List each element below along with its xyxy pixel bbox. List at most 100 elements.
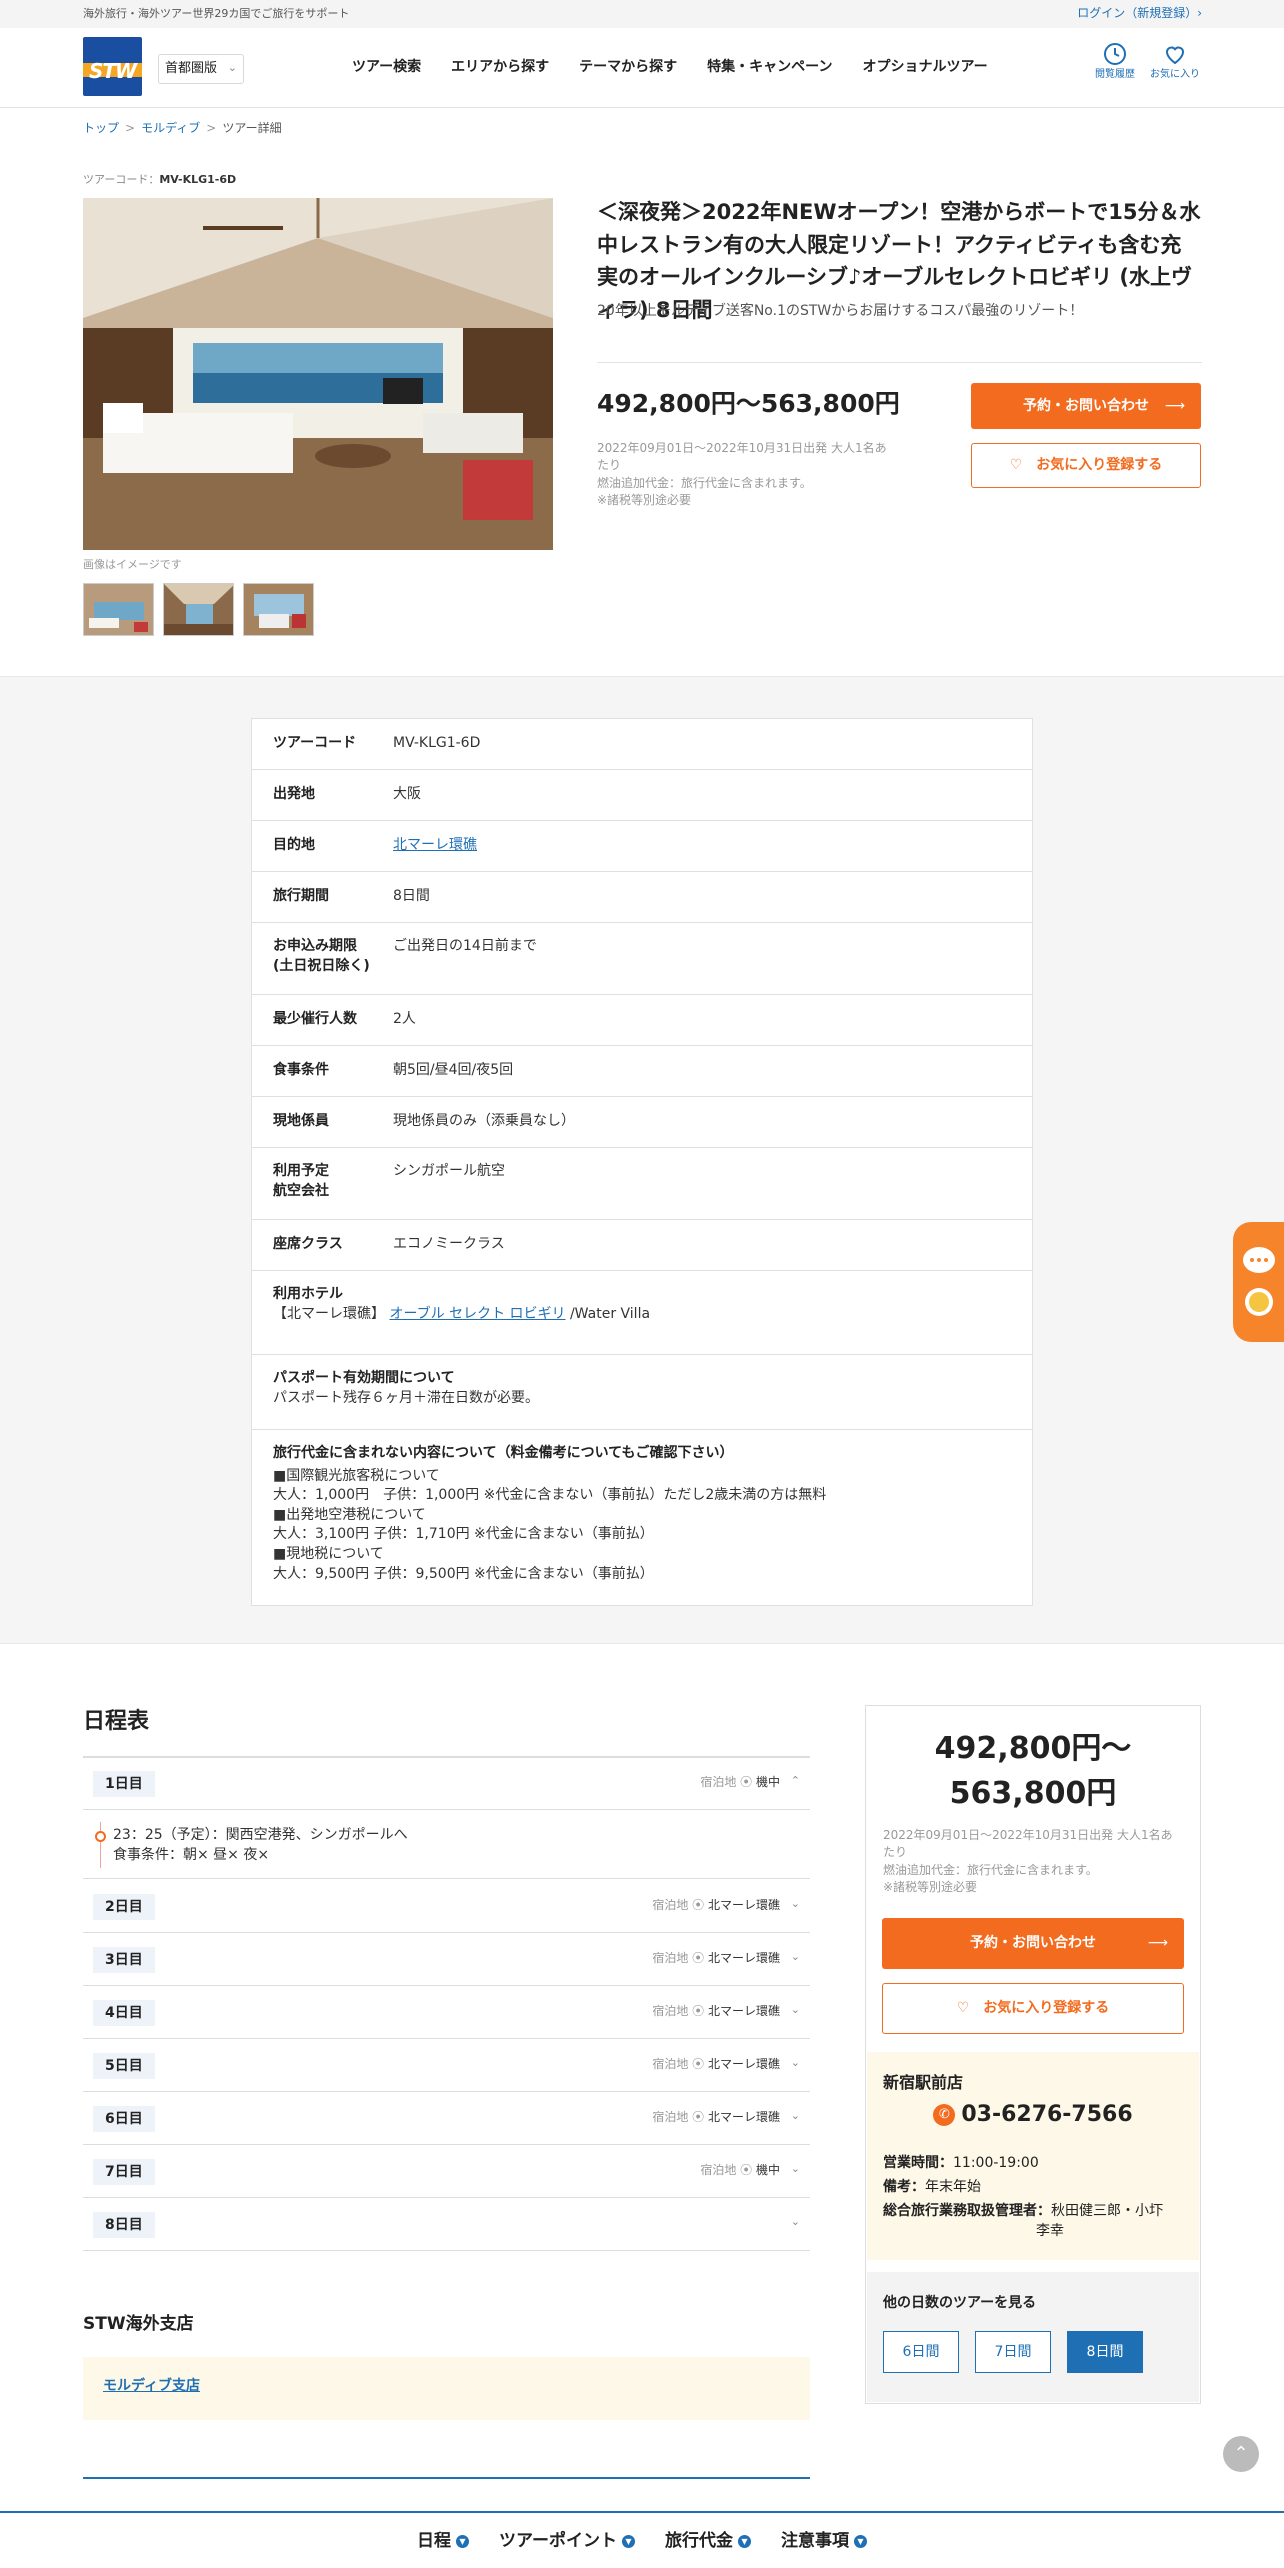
detail-row-meals: 食事条件 朝5回/昼4回/夜5回 — [252, 1046, 1032, 1097]
top-bar: 海外旅行・海外ツアー世界29カ国でご旅行をサポート ログイン（新規登録）› — [0, 0, 1284, 28]
itinerary-day-8[interactable]: 8日目 ⌄ — [83, 2198, 810, 2251]
chevron-down-icon: ⌄ — [790, 2162, 800, 2175]
chat-bubble-icon — [1243, 1247, 1275, 1273]
detail-row-airline: 利用予定 航空会社 シンガポール航空 — [252, 1148, 1032, 1220]
itinerary-day-1[interactable]: 1日目 宿泊地 ⦿ 機中 ⌃ — [83, 1757, 810, 1810]
reserve-button[interactable]: 予約・お問い合わせ ⟶ — [971, 383, 1201, 429]
shop-name: 新宿駅前店 — [883, 2073, 964, 2092]
itinerary-day-2[interactable]: 2日目 宿泊地 ⦿ 北マーレ環礁 ⌄ — [83, 1880, 810, 1933]
bottom-nav: 日程 ▼ ツアーポイント ▼ 旅行代金 ▼ 注意事項 ▼ — [0, 2530, 1284, 2554]
destination-link[interactable]: 北マーレ環礁 — [393, 836, 477, 856]
add-favorite-button[interactable]: ♡ お気に入り登録する — [971, 443, 1201, 488]
phone-icon: ✆ — [933, 2104, 956, 2126]
tour-price: 492,800円〜563,800円 — [597, 389, 900, 418]
hotel-link[interactable]: オーブル セレクト ロビギリ — [389, 1306, 565, 1322]
sidebar-price-note: 2022年09月01日〜2022年10月31日出発 大人1名あたり 燃油追加代金… — [883, 1828, 1173, 1895]
sidebar-price: 492,800円〜 563,800円 — [934, 1731, 1132, 1811]
arrow-right-icon: ⟶ — [1147, 1935, 1168, 1951]
sidebar-reserve-button[interactable]: 予約・お問い合わせ ⟶ — [882, 1918, 1184, 1969]
bottom-nav-points[interactable]: ツアーポイント ▼ — [499, 2530, 635, 2554]
breadcrumb-home[interactable]: トップ — [83, 120, 119, 137]
detail-row-min-people: 最少催行人数 2人 — [252, 995, 1032, 1046]
divider — [597, 362, 1202, 363]
itinerary-day-3[interactable]: 3日目 宿泊地 ⦿ 北マーレ環礁 ⌄ — [83, 1933, 810, 1986]
detail-row-destination: 目的地 北マーレ環礁 — [252, 821, 1032, 872]
sidebar-favorite-button[interactable]: ♡ お気に入り登録する — [882, 1983, 1184, 2034]
nav-campaign[interactable]: 特集・キャンペーン — [707, 58, 832, 78]
branch-heading: STW海外支店 — [83, 2314, 194, 2334]
shop-info: 新宿駅前店 ✆ 03-6276-7566 営業時間：11:00-19:00 備考：… — [867, 2052, 1199, 2260]
favorites-button[interactable]: お気に入り — [1148, 42, 1202, 82]
stw-logo[interactable]: STW — [83, 37, 142, 96]
breadcrumb-current: ツアー詳細 — [222, 121, 282, 135]
chevron-down-icon: ⌄ — [790, 2056, 800, 2069]
thumbnail-2[interactable] — [163, 583, 234, 636]
branch-link[interactable]: モルディブ支店 — [103, 2377, 200, 2397]
detail-row-fees: 旅行代金に含まれない内容について（料金備考についてもご確認下さい） ■国際観光旅… — [273, 1445, 827, 1582]
breadcrumb-separator: > — [206, 121, 217, 135]
itinerary-day-4[interactable]: 4日目 宿泊地 ⦿ 北マーレ環礁 ⌄ — [83, 1986, 810, 2039]
chevron-down-icon: ▼ — [621, 2535, 635, 2548]
nav-theme[interactable]: テーマから探す — [579, 58, 677, 78]
bottom-nav-notes[interactable]: 注意事項 ▼ — [781, 2530, 867, 2554]
site-header: STW 首都圏版 ⌄ ツアー検索 エリアから探す テーマから探す 特集・キャンペ… — [0, 28, 1284, 108]
nav-area[interactable]: エリアから探す — [451, 58, 549, 78]
region-select[interactable]: 首都圏版 ⌄ — [158, 54, 244, 84]
booking-sidebar: 492,800円〜 563,800円 2022年09月01日〜2022年10月31… — [865, 1705, 1201, 2404]
tour-subtitle: 20年以上モルディブ送客No.1のSTWからお届けするコスパ最強のリゾート！ — [597, 303, 1084, 319]
itinerary-day-7[interactable]: 7日目 宿泊地 ⦿ 機中 ⌄ — [83, 2145, 810, 2198]
chevron-down-icon: ⌄ — [790, 2215, 800, 2228]
detail-row-departure: 出発地 大阪 — [252, 770, 1032, 821]
chevron-down-icon: ▼ — [456, 2535, 469, 2548]
detail-row-staff: 現地係員 現地係員のみ（添乗員なし） — [252, 1097, 1032, 1148]
chevron-down-icon: ⌄ — [790, 1897, 800, 1910]
heart-icon — [1163, 42, 1187, 66]
clock-icon — [1103, 42, 1127, 66]
bottom-nav-line — [0, 2511, 1284, 2513]
shop-phone[interactable]: ✆ 03-6276-7566 — [867, 2100, 1199, 2131]
itinerary-heading: 日程表 — [83, 1709, 150, 1734]
tour-code-label: ツアーコード：MV-KLG1-6D — [83, 173, 237, 186]
mascot-icon — [1245, 1288, 1273, 1316]
itinerary-day-6[interactable]: 6日目 宿泊地 ⦿ 北マーレ環礁 ⌄ — [83, 2092, 810, 2145]
detail-row-hotel: 利用ホテル 【北マーレ環礁】 オーブル セレクト ロビギリ /Water Vil… — [252, 1271, 1032, 1355]
detail-row-deadline: お申込み期限 (土日祝日除く) ご出発日の14日前まで — [252, 923, 1032, 995]
shop-manager: 総合旅行業務取扱管理者：秋田健三郎・小圷 — [883, 2203, 1163, 2219]
nav-optional-tour[interactable]: オプショナルツアー — [862, 58, 987, 78]
breadcrumb-maldives[interactable]: モルディブ — [141, 120, 200, 137]
back-to-top-button[interactable]: ⌃ — [1223, 2436, 1259, 2472]
image-note: 画像はイメージです — [83, 558, 182, 571]
chevron-down-icon: ⌄ — [790, 2109, 800, 2122]
chevron-down-icon: ▼ — [853, 2535, 867, 2548]
detail-row-code: ツアーコード MV-KLG1-6D — [252, 719, 1032, 770]
bottom-nav-schedule[interactable]: 日程 ▼ — [417, 2530, 469, 2554]
chevron-down-icon: ⌄ — [790, 2003, 800, 2016]
detail-row-seat-class: 座席クラス エコノミークラス — [252, 1220, 1032, 1271]
thumbnail-1[interactable] — [83, 583, 154, 636]
detail-row-passport: パスポート有効期間について パスポート残存６ヶ月＋滞在日数が必要。 — [252, 1355, 1032, 1430]
timeline-dot-icon — [95, 1831, 106, 1842]
itinerary-day-5[interactable]: 5日目 宿泊地 ⦿ 北マーレ環礁 ⌄ — [83, 2039, 810, 2092]
duration-6-days[interactable]: 6日間 — [883, 2331, 959, 2373]
breadcrumb-separator: > — [125, 121, 136, 135]
login-link[interactable]: ログイン（新規登録）› — [1077, 5, 1202, 22]
chevron-down-icon: ⌄ — [227, 61, 237, 74]
thumbnail-list — [83, 583, 314, 636]
shop-manager-cont: 李幸 — [1036, 2223, 1064, 2239]
history-button[interactable]: 閲覧履歴 — [1088, 42, 1142, 82]
tour-details-table: ツアーコード MV-KLG1-6D 出発地 大阪 目的地 北マーレ環礁 旅行期間 8日間… — [251, 718, 1033, 1606]
arrow-right-icon: ⟶ — [1164, 398, 1185, 414]
nav-tour-search[interactable]: ツアー検索 — [352, 58, 421, 78]
duration-7-days[interactable]: 7日間 — [975, 2331, 1051, 2373]
day-1-detail: 23：25（予定）：関西空港発、シンガポールへ 食事条件：朝× 昼× 夜× — [83, 1810, 810, 1879]
price-note: 2022年09月01日〜2022年10月31日出発 大人1名あたり 燃油追加代金… — [597, 441, 887, 508]
chat-widget[interactable] — [1233, 1222, 1284, 1342]
chevron-down-icon: ▼ — [737, 2535, 751, 2548]
duration-8-days[interactable]: 8日間 — [1067, 2331, 1143, 2373]
other-duration-panel: 他の日数のツアーを見る 6日間 7日間 8日間 — [867, 2272, 1199, 2402]
site-tagline: 海外旅行・海外ツアー世界29カ国でご旅行をサポート — [83, 7, 350, 20]
tour-code: MV-KLG1-6D — [159, 173, 237, 186]
bottom-nav-price[interactable]: 旅行代金 ▼ — [665, 2530, 751, 2554]
branch-box: モルディブ支店 — [83, 2357, 810, 2420]
thumbnail-3[interactable] — [243, 583, 314, 636]
